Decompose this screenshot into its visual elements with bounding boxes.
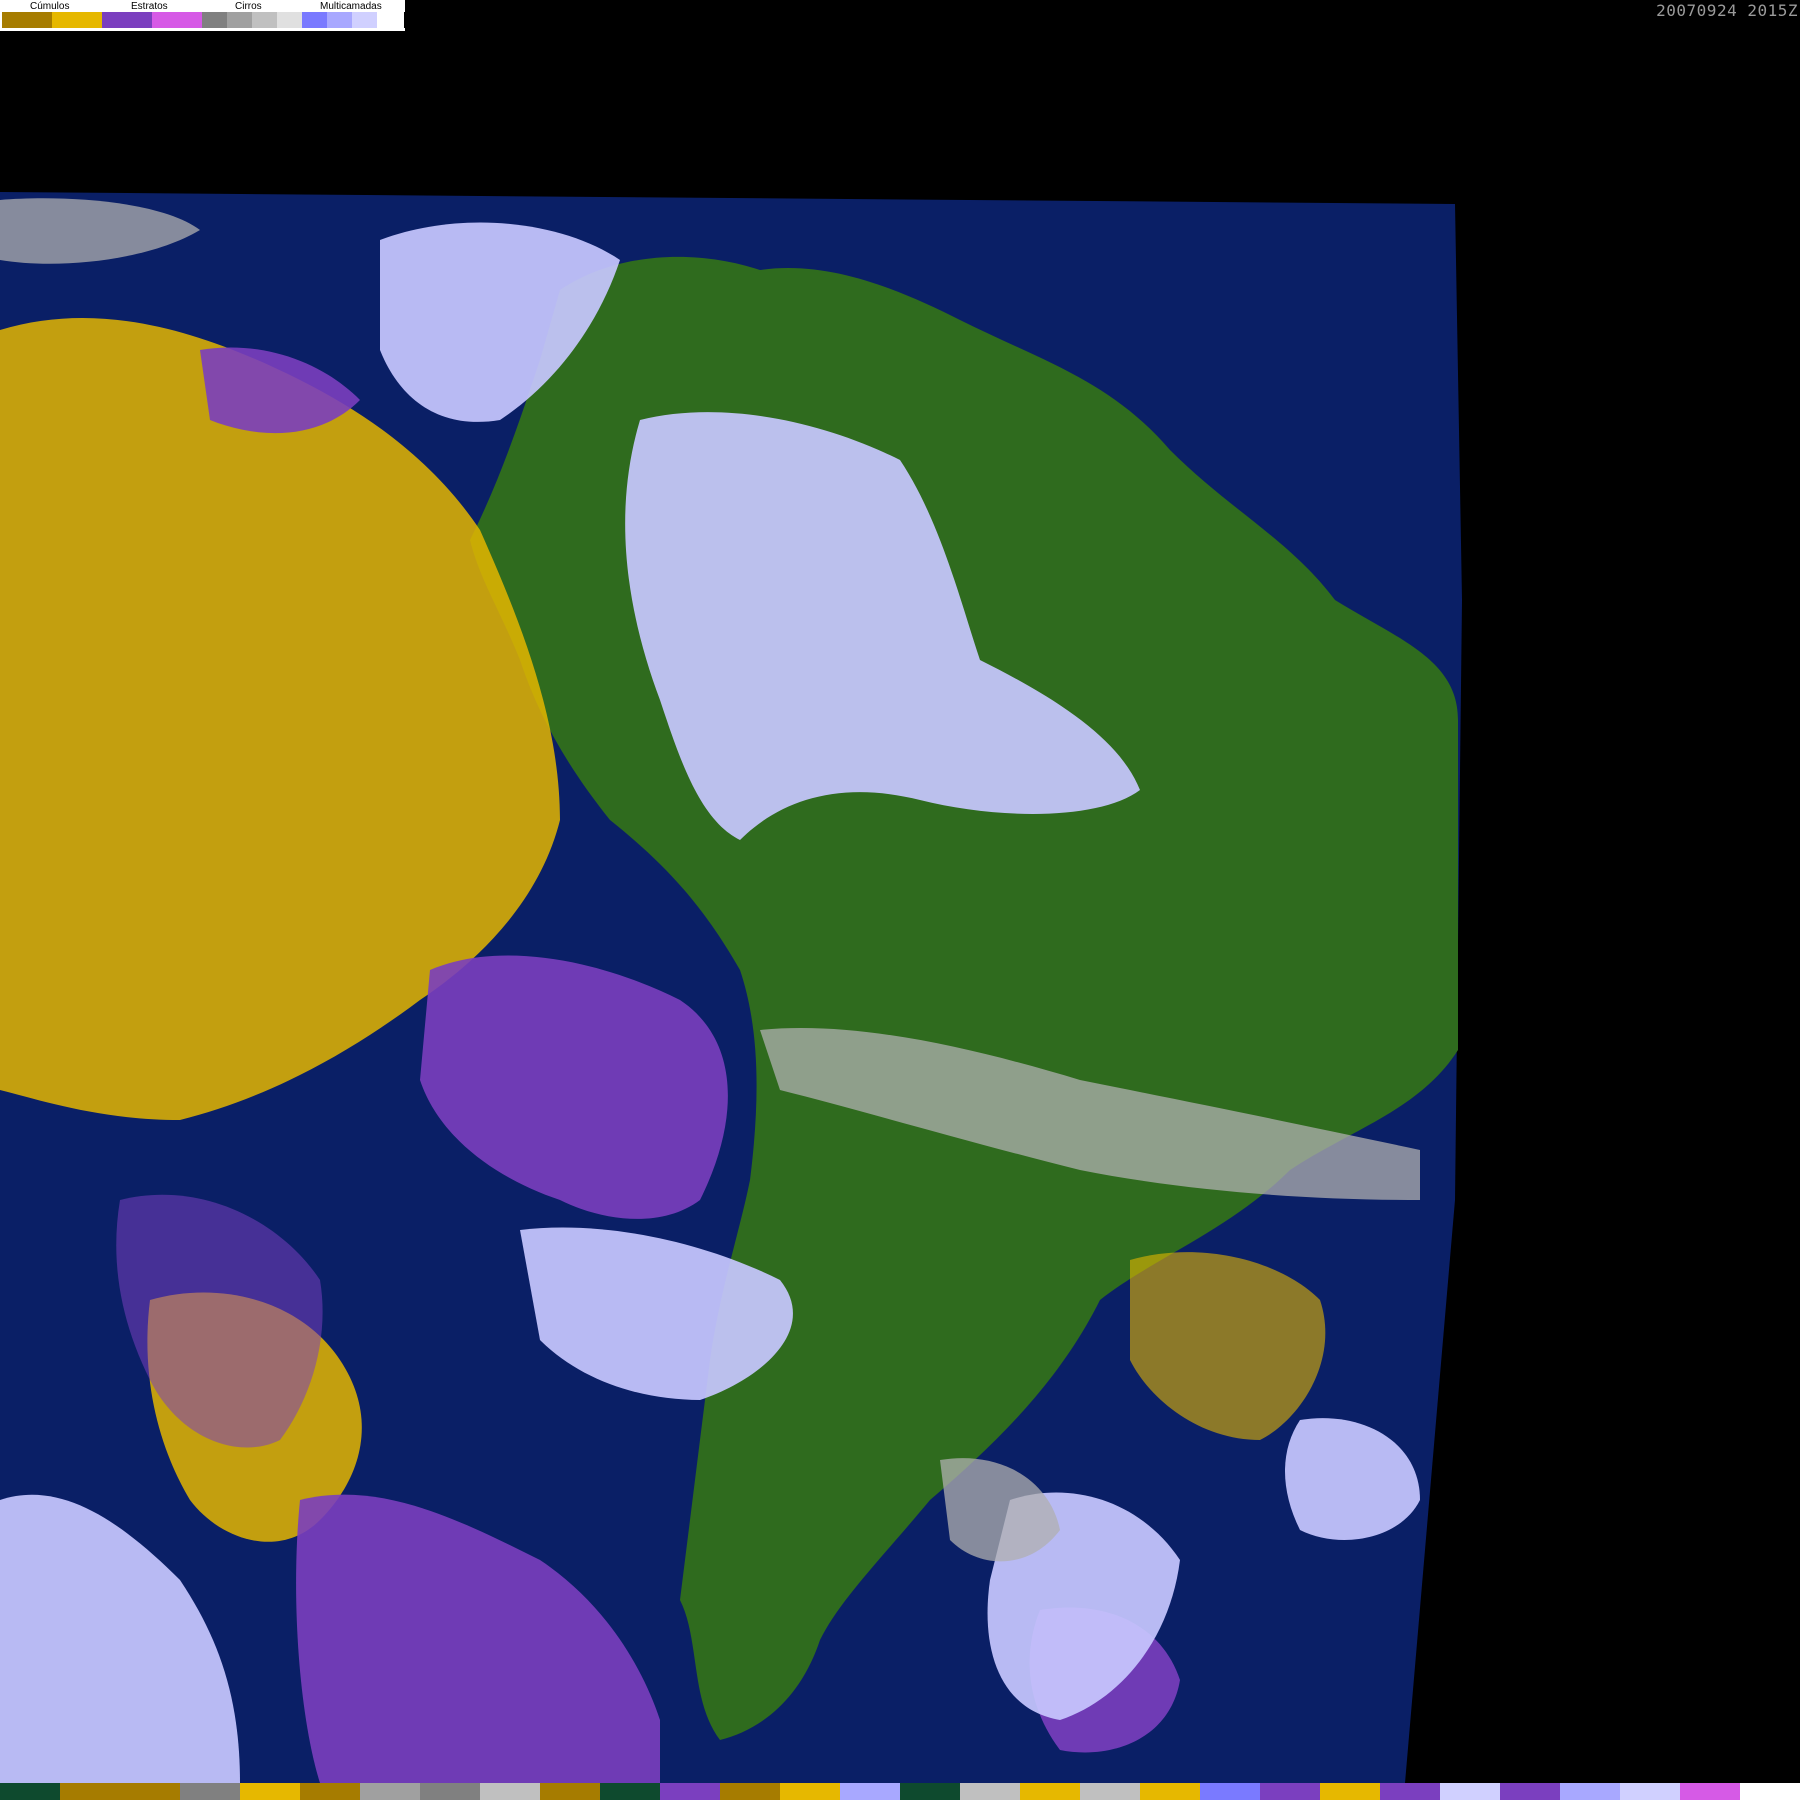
strip-cell	[840, 1783, 900, 1800]
legend-swatch-multicamadas	[302, 12, 327, 28]
strip-cell	[1320, 1783, 1380, 1800]
strip-cell	[300, 1783, 360, 1800]
legend-swatch-estratos	[102, 12, 152, 28]
bottom-color-strip	[0, 1783, 1800, 1800]
strip-cell	[420, 1783, 480, 1800]
legend-swatch-cirros	[252, 12, 277, 28]
strip-cell	[1500, 1783, 1560, 1800]
legend-end-marker	[404, 12, 405, 28]
strip-cell	[1620, 1783, 1680, 1800]
strip-cell	[540, 1783, 600, 1800]
strip-cell	[180, 1783, 240, 1800]
satellite-map	[0, 0, 1800, 1800]
strip-cell	[1200, 1783, 1260, 1800]
legend-swatch-cumulos	[2, 12, 52, 28]
strip-cell	[480, 1783, 540, 1800]
strip-cell	[1020, 1783, 1080, 1800]
strip-cell	[360, 1783, 420, 1800]
legend-swatch-multicamadas	[352, 12, 377, 28]
legend-swatch-estratos	[152, 12, 202, 28]
strip-cell	[900, 1783, 960, 1800]
legend-swatches	[2, 12, 405, 28]
strip-cell	[120, 1783, 180, 1800]
legend-swatch-cirros	[202, 12, 227, 28]
legend-swatch-multicamadas	[377, 12, 402, 28]
strip-cell	[780, 1783, 840, 1800]
strip-cell	[1080, 1783, 1140, 1800]
strip-cell	[0, 1783, 60, 1800]
strip-cell	[1680, 1783, 1740, 1800]
legend-swatch-cumulos	[52, 12, 102, 28]
legend-swatch-cirros	[227, 12, 252, 28]
legend-label-cirros: Cirros	[235, 1, 262, 12]
strip-cell	[660, 1783, 720, 1800]
strip-cell	[720, 1783, 780, 1800]
legend-swatch-cirros	[277, 12, 302, 28]
strip-cell	[240, 1783, 300, 1800]
legend-label-estratos: Estratos	[131, 1, 168, 12]
legend-label-multicamadas: Multicamadas	[320, 1, 382, 12]
cloud-type-legend: Cúmulos Estratos Cirros Multicamadas	[0, 0, 405, 31]
strip-cell	[1260, 1783, 1320, 1800]
strip-cell	[1380, 1783, 1440, 1800]
legend-label-cumulos: Cúmulos	[30, 1, 70, 12]
legend-swatch-multicamadas	[327, 12, 352, 28]
strip-cell	[1140, 1783, 1200, 1800]
strip-cell	[1440, 1783, 1500, 1800]
strip-cell	[960, 1783, 1020, 1800]
strip-cell	[600, 1783, 660, 1800]
strip-cell	[1740, 1783, 1800, 1800]
strip-cell	[1560, 1783, 1620, 1800]
strip-cell	[60, 1783, 120, 1800]
image-timestamp: 20070924 2015Z	[1656, 1, 1798, 20]
